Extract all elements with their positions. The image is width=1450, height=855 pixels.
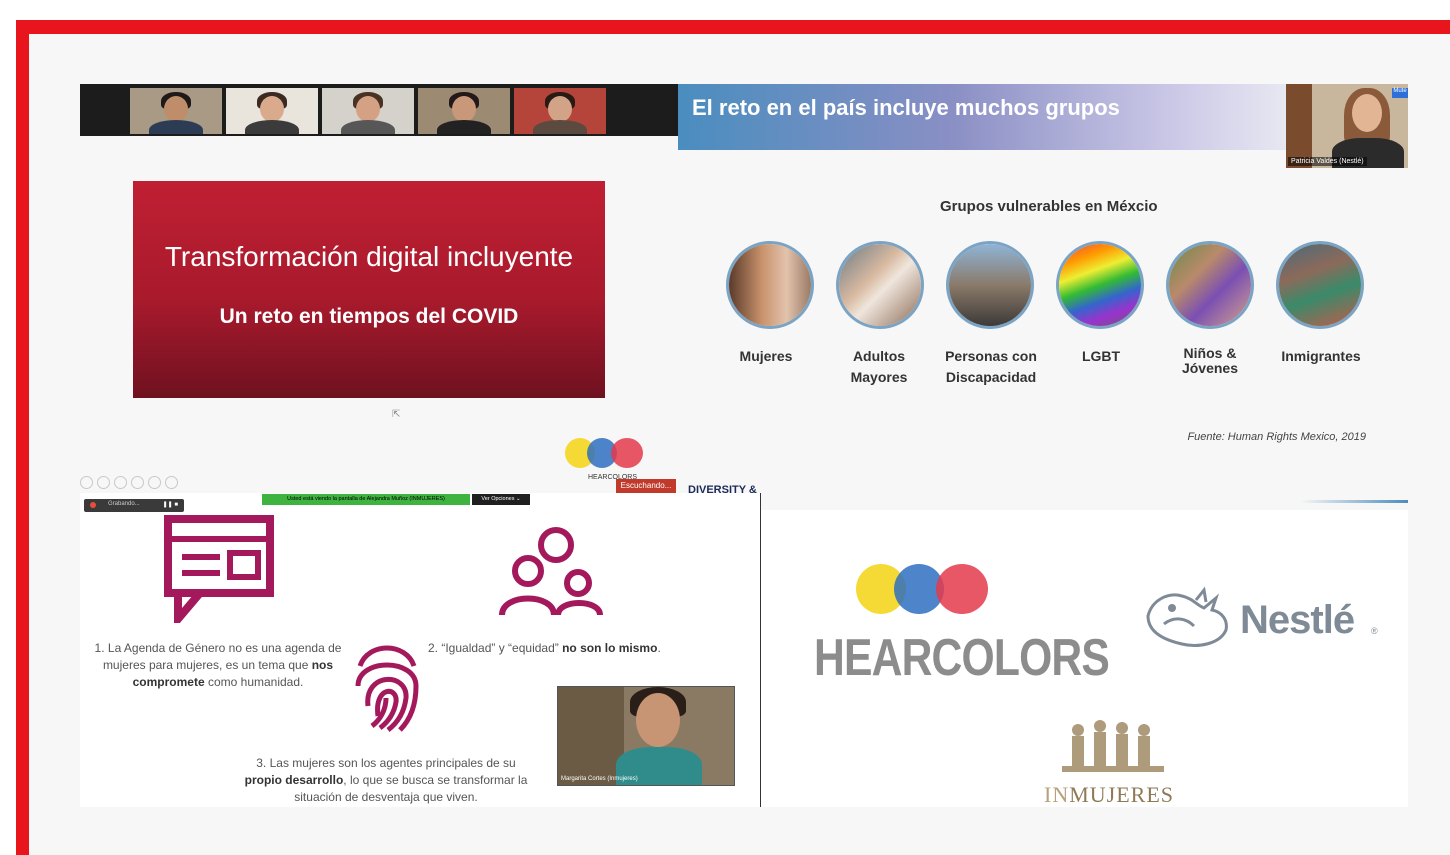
hearcolors-dot-red <box>611 438 643 468</box>
participant-tile[interactable] <box>322 88 414 134</box>
inmujeres-rest: MUJERES <box>1069 782 1175 807</box>
viewing-banner: Usted está viendo la pantalla de Alejand… <box>262 494 470 505</box>
group-photo-inmigrantes <box>1276 241 1364 329</box>
mouse-cursor-icon: ⇱ <box>392 409 401 420</box>
nestle-logo: Nestlé <box>1240 598 1355 642</box>
fingerprint-icon <box>355 645 419 732</box>
title-slide-heading: Transformación digital incluyente <box>164 241 574 272</box>
participant-tile[interactable] <box>514 88 606 134</box>
source-citation: Fuente: Human Rights Mexico, 2019 <box>1187 431 1366 443</box>
group-photo-ninos-jovenes <box>1166 241 1254 329</box>
point2-bold: no son lo mismo <box>562 641 658 655</box>
agenda-point-1: 1. La Agenda de Género no es una agenda … <box>88 640 348 691</box>
participant-tile[interactable] <box>418 88 510 134</box>
hearcolors-dot-red <box>936 564 988 614</box>
recording-bar[interactable]: Grabando... ❚❚ ■ <box>84 499 184 512</box>
inmujeres-emblem-icon <box>1062 720 1164 772</box>
group-label: LGBT <box>1081 348 1121 364</box>
agenda-point-2: 2. “Igualdad” y “equidad” no son lo mism… <box>428 641 661 655</box>
participant-tile[interactable] <box>130 88 222 134</box>
point3-text: 3. Las mujeres son los agentes principal… <box>256 756 516 770</box>
view-options-button[interactable]: Ver Opciones ⌄ <box>472 494 530 505</box>
group-photo-adultos-mayores <box>836 241 924 329</box>
group-label: Niños & Jóvenes <box>1181 345 1239 376</box>
group-label: Inmigrantes <box>1281 348 1361 364</box>
groups-heading: Grupos vulnerables en Méxcio <box>940 198 1158 215</box>
mute-badge[interactable]: Mute <box>1392 88 1408 98</box>
point2-text-end: . <box>657 641 661 655</box>
slide-title: El reto en el país incluye muchos grupos <box>692 95 1120 120</box>
speaker-name-label: Patricia Valdes (Nestlé) <box>1288 157 1367 166</box>
red-border-top <box>16 20 1450 34</box>
tool-icon[interactable] <box>114 476 127 489</box>
group-photo-discapacidad <box>946 241 1034 329</box>
inmujeres-in: IN <box>1044 782 1070 807</box>
recording-label: Grabando... <box>108 501 140 507</box>
hearcolors-logo: HEARCOLORS <box>814 629 1110 687</box>
nestle-nest-icon <box>1146 586 1228 647</box>
decorative-line <box>1300 500 1408 503</box>
agenda-point-3: 3. Las mujeres son los agentes principal… <box>236 755 536 806</box>
inmujeres-logo: INMUJERES <box>1044 782 1174 808</box>
tool-icon[interactable] <box>148 476 161 489</box>
group-photo-mujeres <box>726 241 814 329</box>
participant-tile[interactable] <box>226 88 318 134</box>
listening-indicator: Escuchando... <box>616 479 676 493</box>
point3-bold: propio desarrollo <box>244 773 344 787</box>
point2-text: 2. “Igualdad” y “equidad” <box>428 641 563 655</box>
tool-icon[interactable] <box>131 476 144 489</box>
speaker-video[interactable]: Mute Patricia Valdes (Nestlé) <box>1286 84 1408 168</box>
group-label: Mujeres <box>739 348 793 364</box>
tool-icon[interactable] <box>97 476 110 489</box>
point1-text-end: como humanidad. <box>204 675 304 689</box>
participant-name-label: Margarita Cortes (Inmujeres) <box>561 776 638 782</box>
message-card-icon <box>164 515 274 623</box>
participant-camera-thumbnail[interactable]: Margarita Cortes (Inmujeres) <box>557 686 735 786</box>
tool-icon[interactable] <box>80 476 93 489</box>
tool-icon[interactable] <box>165 476 178 489</box>
people-group-icon <box>499 527 603 615</box>
recording-controls[interactable]: ❚❚ ■ <box>163 501 178 508</box>
title-slide-subtitle: Un reto en tiempos del COVID <box>219 305 519 328</box>
red-border-left <box>16 20 29 855</box>
annotation-toolbar[interactable] <box>80 476 190 490</box>
group-label: Personas con Discapacidad <box>945 348 1037 385</box>
nestle-registered-mark: ® <box>1371 626 1378 636</box>
group-label: Adultos Mayores <box>850 348 908 385</box>
group-photo-lgbt <box>1056 241 1144 329</box>
record-icon <box>90 502 96 508</box>
point1-text: 1. La Agenda de Género no es una agenda … <box>94 641 342 672</box>
screenshot-frame: El reto en el país incluye muchos grupos… <box>0 0 1450 855</box>
title-slide: Transformación digital incluyente Un ret… <box>133 181 605 398</box>
